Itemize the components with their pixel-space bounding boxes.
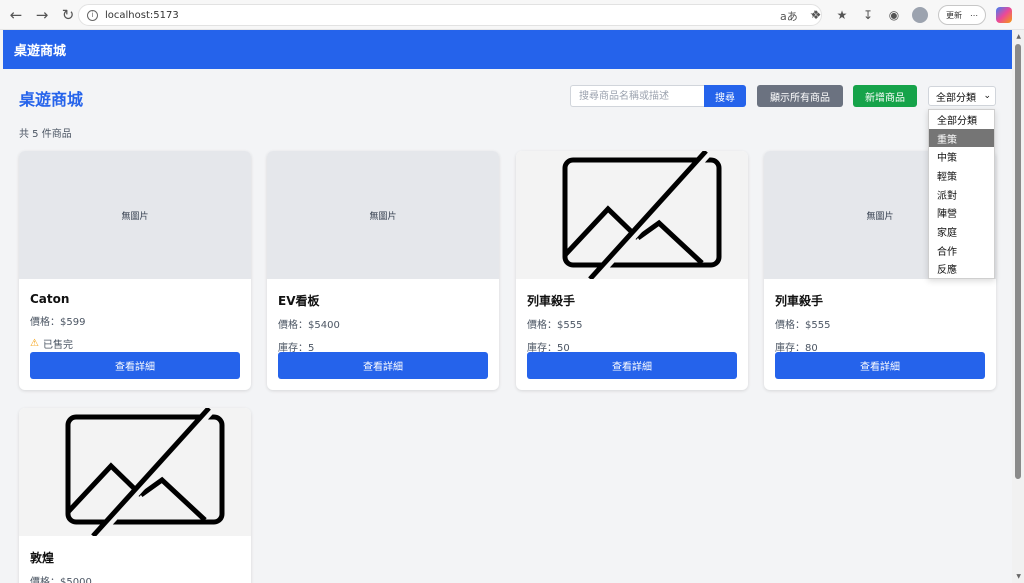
extensions-icon[interactable]: ❖ [808, 8, 824, 22]
show-all-button[interactable]: 顯示所有商品 [757, 85, 843, 107]
product-name: EV看板 [278, 294, 320, 308]
no-image-placeholder: 無圖片 [267, 151, 499, 279]
translate-icon[interactable]: aあ [780, 8, 798, 24]
product-name: 列車殺手 [775, 294, 824, 308]
category-option[interactable]: 反應 [929, 260, 994, 279]
view-details-button[interactable]: 查看詳細 [30, 352, 240, 379]
product-name: 列車殺手 [527, 294, 576, 308]
category-option[interactable]: 家庭 [929, 222, 994, 241]
category-select[interactable]: 全部分類 ⌄ [928, 86, 996, 106]
category-option[interactable]: 中策 [929, 147, 994, 166]
update-button[interactable]: 更新 ⋯ [938, 5, 986, 25]
category-dropdown: 全部分類 重策 中策 輕策 派對 陣營 家庭 合作 反應 [928, 109, 995, 280]
chevron-down-icon: ⌄ [983, 91, 991, 101]
update-label: 更新 [946, 10, 962, 20]
broken-image-icon [562, 151, 722, 279]
no-image-text: 無圖片 [121, 211, 149, 222]
search-input[interactable] [570, 85, 705, 107]
product-price: 價格：$599 [30, 317, 86, 328]
profile-avatar[interactable] [912, 7, 928, 23]
category-option[interactable]: 陣營 [929, 203, 994, 222]
sold-out-text: 已售完 [42, 340, 73, 351]
view-details-button[interactable]: 查看詳細 [775, 352, 985, 379]
site-info-icon[interactable]: i [87, 9, 98, 21]
view-details-button[interactable]: 查看詳細 [527, 352, 737, 379]
no-image-placeholder: 無圖片 [19, 151, 251, 279]
product-price: 價格：$5400 [278, 320, 340, 331]
url-text: localhost:5173 [105, 9, 179, 21]
app-header-title: 桌遊商城 [14, 44, 67, 59]
address-bar[interactable]: i localhost:5173 [78, 4, 822, 26]
no-image-text: 無圖片 [369, 211, 397, 222]
category-select-value: 全部分類 [936, 92, 976, 104]
scroll-down-icon[interactable]: ▼ [1016, 573, 1021, 580]
category-option[interactable]: 重策 [929, 128, 994, 148]
category-option[interactable]: 合作 [929, 241, 994, 260]
broken-image-icon [65, 408, 225, 536]
browser-actions: ❖ ★ ↧ ◉ 更新 ⋯ [808, 4, 1012, 26]
scroll-up-icon[interactable]: ▲ [1016, 33, 1021, 40]
product-card: 無圖片 Caton 價格：$599 ⚠ 已售完 查看詳細 [19, 151, 251, 390]
app-header: 桌遊商城 [3, 30, 1012, 69]
view-details-button[interactable]: 查看詳細 [278, 352, 488, 379]
product-card: 敦煌 價格：$5000 [19, 408, 251, 583]
category-option[interactable]: 全部分類 [929, 110, 994, 129]
back-icon[interactable]: ← [6, 5, 26, 25]
add-product-button[interactable]: 新增商品 [853, 85, 917, 107]
more-options-icon: ⋯ [970, 10, 978, 20]
favorites-icon[interactable]: ★ [834, 8, 850, 22]
browser-essentials-icon[interactable]: ◉ [886, 8, 902, 22]
reload-icon[interactable]: ↻ [58, 5, 78, 25]
warning-icon: ⚠ [30, 338, 39, 349]
copilot-icon[interactable] [996, 7, 1012, 23]
product-stock: ⚠ 已售完 [30, 336, 240, 351]
category-option[interactable]: 派對 [929, 185, 994, 204]
product-name: Caton [30, 292, 70, 306]
downloads-icon[interactable]: ↧ [860, 8, 876, 22]
page-title: 桌遊商城 [19, 90, 84, 109]
product-price: 價格：$555 [775, 320, 831, 331]
product-price: 價格：$555 [527, 320, 583, 331]
broken-image [19, 408, 251, 536]
product-count: 共 5 件商品 [19, 129, 72, 140]
product-name: 敦煌 [30, 551, 55, 565]
scroll-thumb[interactable] [1015, 44, 1021, 479]
broken-image [516, 151, 748, 279]
search-button[interactable]: 搜尋 [704, 85, 746, 107]
product-card: 列車殺手 價格：$555 庫存：50 查看詳細 [516, 151, 748, 390]
product-price: 價格：$5000 [30, 577, 92, 583]
product-card: 無圖片 EV看板 價格：$5400 庫存：5 查看詳細 [267, 151, 499, 390]
category-option[interactable]: 輕策 [929, 166, 994, 185]
no-image-text: 無圖片 [866, 211, 894, 222]
forward-icon[interactable]: → [32, 5, 52, 25]
